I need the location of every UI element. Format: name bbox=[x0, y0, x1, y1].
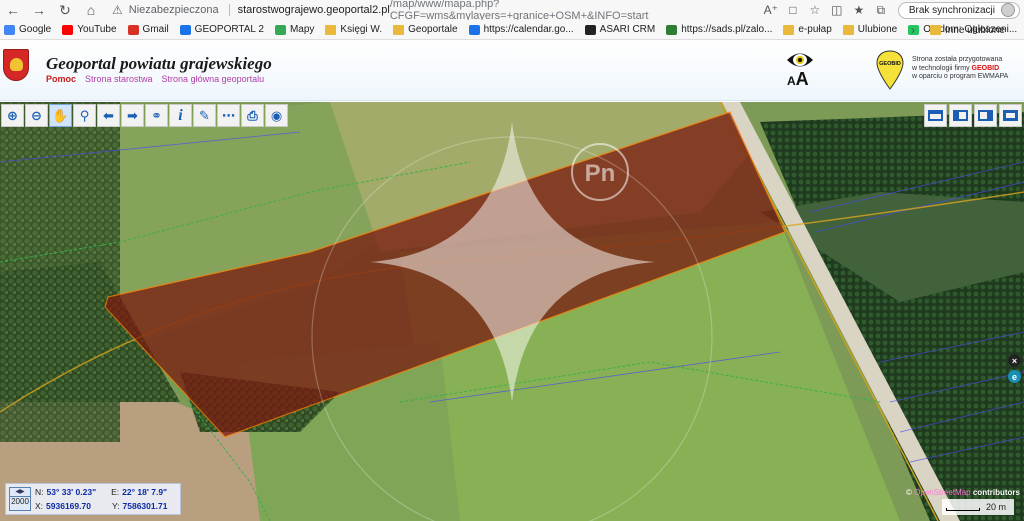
security-label: Niezabezpieczona bbox=[128, 4, 219, 16]
bookmarks-bar: Google YouTube Gmail GEOPORTAL 2 Mapy Księgi … bbox=[0, 20, 1024, 40]
asari-icon bbox=[584, 24, 596, 35]
favorite-star-icon[interactable]: ☆ bbox=[804, 3, 826, 17]
chevron-right-icon[interactable]: › bbox=[902, 23, 924, 37]
zoom-in-icon[interactable]: ⊕ bbox=[1, 104, 24, 127]
map-toolbar: ⊕ ⊖ ✋ ⚲ ⬅ ➡ ⚭ i ✎ ⋯ ⎙ ◉ bbox=[0, 104, 288, 128]
warning-icon: ⚠ bbox=[112, 3, 123, 17]
bookmark-item[interactable]: YouTube bbox=[62, 24, 117, 35]
longitude-value: 22° 18' 7.9" bbox=[122, 487, 168, 497]
bookmark-item[interactable]: https://sads.pl/zalo... bbox=[666, 24, 772, 35]
folder-icon bbox=[783, 24, 795, 35]
bookmark-item[interactable]: Ulubione bbox=[842, 24, 897, 35]
geobid-credit: Strona została przygotowana w technologi… bbox=[912, 56, 1009, 80]
portal-header: Geoportal powiatu grajewskiego Pomoc Str… bbox=[0, 41, 1024, 101]
map-canvas[interactable]: Pn bbox=[0, 102, 1024, 521]
page-title: Geoportal powiatu grajewskiego bbox=[46, 54, 272, 73]
profile-avatar bbox=[1001, 3, 1015, 17]
forward-icon[interactable]: → bbox=[26, 0, 52, 20]
forward-arrow-icon[interactable]: ➡ bbox=[121, 104, 144, 127]
high-contrast-eye-icon[interactable] bbox=[786, 49, 814, 71]
sync-button[interactable]: Brak synchronizacji bbox=[897, 1, 1020, 19]
gmail-icon bbox=[127, 24, 139, 35]
pan-hand-icon[interactable]: ✋ bbox=[49, 104, 72, 127]
url-host: starostwograjewo.geoportal2.pl bbox=[237, 4, 390, 16]
bookmark-item[interactable]: Google bbox=[4, 24, 51, 35]
bookmark-item[interactable]: Gmail bbox=[127, 24, 169, 35]
measure-icon[interactable]: ⋯ bbox=[217, 104, 240, 127]
watermark-text: Pn bbox=[585, 160, 616, 187]
y-value: 7586301.71 bbox=[122, 501, 168, 511]
favorites-icon[interactable]: ★ bbox=[848, 3, 870, 17]
youtube-icon bbox=[62, 24, 74, 35]
maps-icon bbox=[274, 24, 286, 35]
coordinates-panel: ◀▶ 2000 N: 53° 33' 0.23" E: 22° 18' 7.9" X… bbox=[5, 483, 181, 515]
app-icon[interactable]: □ bbox=[782, 3, 804, 17]
bookmark-item[interactable]: Geoportale bbox=[393, 24, 458, 35]
folder-icon bbox=[929, 25, 941, 35]
link-icon[interactable]: ⚭ bbox=[145, 104, 168, 127]
globe-icon[interactable]: ◉ bbox=[265, 104, 288, 127]
home-icon[interactable]: ⌂ bbox=[78, 0, 104, 20]
panel-toolbar bbox=[924, 104, 1022, 127]
back-icon[interactable]: ← bbox=[0, 0, 26, 20]
edit-icon[interactable]: ✎ bbox=[193, 104, 216, 127]
zoom-window-icon[interactable]: ⚲ bbox=[73, 104, 96, 127]
google-icon bbox=[4, 24, 15, 35]
bookmark-item[interactable]: e-pułap bbox=[783, 24, 832, 35]
collections-icon[interactable]: ⧉ bbox=[870, 3, 892, 18]
zoom-out-icon[interactable]: ⊖ bbox=[25, 104, 48, 127]
folder-icon bbox=[325, 24, 337, 35]
close-icon[interactable]: × bbox=[1008, 354, 1021, 367]
calendar-icon bbox=[468, 24, 480, 35]
map-attribution: © OpenStreetMap contributors bbox=[906, 488, 1020, 497]
bookmark-item[interactable]: https://calendar.go... bbox=[468, 24, 574, 35]
bookmark-other-favorites[interactable]: Inne ulubione bbox=[929, 25, 1005, 36]
x-value: 5936169.70 bbox=[46, 501, 91, 511]
info-icon[interactable]: i bbox=[169, 104, 192, 127]
fullscreen-icon[interactable] bbox=[999, 104, 1022, 127]
bookmark-item[interactable]: Księgi W. bbox=[325, 24, 382, 35]
bookmark-item[interactable]: Mapy bbox=[274, 24, 314, 35]
read-aloud-icon[interactable]: A⁺ bbox=[760, 3, 782, 17]
geobid-logo[interactable]: GEOBID bbox=[876, 50, 904, 90]
split-screen-icon[interactable]: ◫ bbox=[826, 3, 848, 17]
url-path: /map/www/mapa.php?CFGF=wms&mylayers=+gra… bbox=[389, 0, 649, 22]
browser-address-bar: ← → ↻ ⌂ ⚠ Niezabezpieczona starostwograj… bbox=[0, 0, 1024, 22]
folder-icon bbox=[842, 24, 854, 35]
reload-icon[interactable]: ↻ bbox=[52, 0, 78, 20]
county-crest-icon bbox=[3, 49, 29, 81]
starostwo-link[interactable]: Strona starostwa bbox=[85, 74, 153, 84]
geoportal-icon bbox=[179, 24, 191, 35]
geoportal-home-link[interactable]: Strona główna geoportalu bbox=[162, 74, 265, 84]
back-arrow-icon[interactable]: ⬅ bbox=[97, 104, 120, 127]
scale-bar: 20 m bbox=[942, 499, 1014, 515]
sads-icon bbox=[666, 24, 678, 35]
font-size-toggle[interactable]: AA bbox=[787, 69, 809, 90]
panel-top-icon[interactable] bbox=[924, 104, 947, 127]
layers-icon[interactable]: e bbox=[1008, 370, 1021, 383]
panel-right-icon[interactable] bbox=[974, 104, 997, 127]
url-field[interactable]: ⚠ Niezabezpieczona starostwograjewo.geop… bbox=[112, 0, 737, 22]
bookmark-item[interactable]: ASARI CRM bbox=[584, 24, 655, 35]
print-icon[interactable]: ⎙ bbox=[241, 104, 264, 127]
scale-box[interactable]: ◀▶ 2000 bbox=[9, 487, 31, 511]
help-link[interactable]: Pomoc bbox=[46, 74, 76, 84]
folder-icon bbox=[393, 24, 405, 35]
latitude-value: 53° 33' 0.23" bbox=[46, 487, 97, 497]
geobid-logo-text: GEOBID bbox=[879, 61, 901, 67]
panel-left-icon[interactable] bbox=[949, 104, 972, 127]
osm-link[interactable]: OpenStreetMap bbox=[914, 488, 970, 497]
bookmark-item[interactable]: GEOPORTAL 2 bbox=[179, 24, 264, 35]
orthophoto-layer: Pn bbox=[0, 102, 1024, 521]
